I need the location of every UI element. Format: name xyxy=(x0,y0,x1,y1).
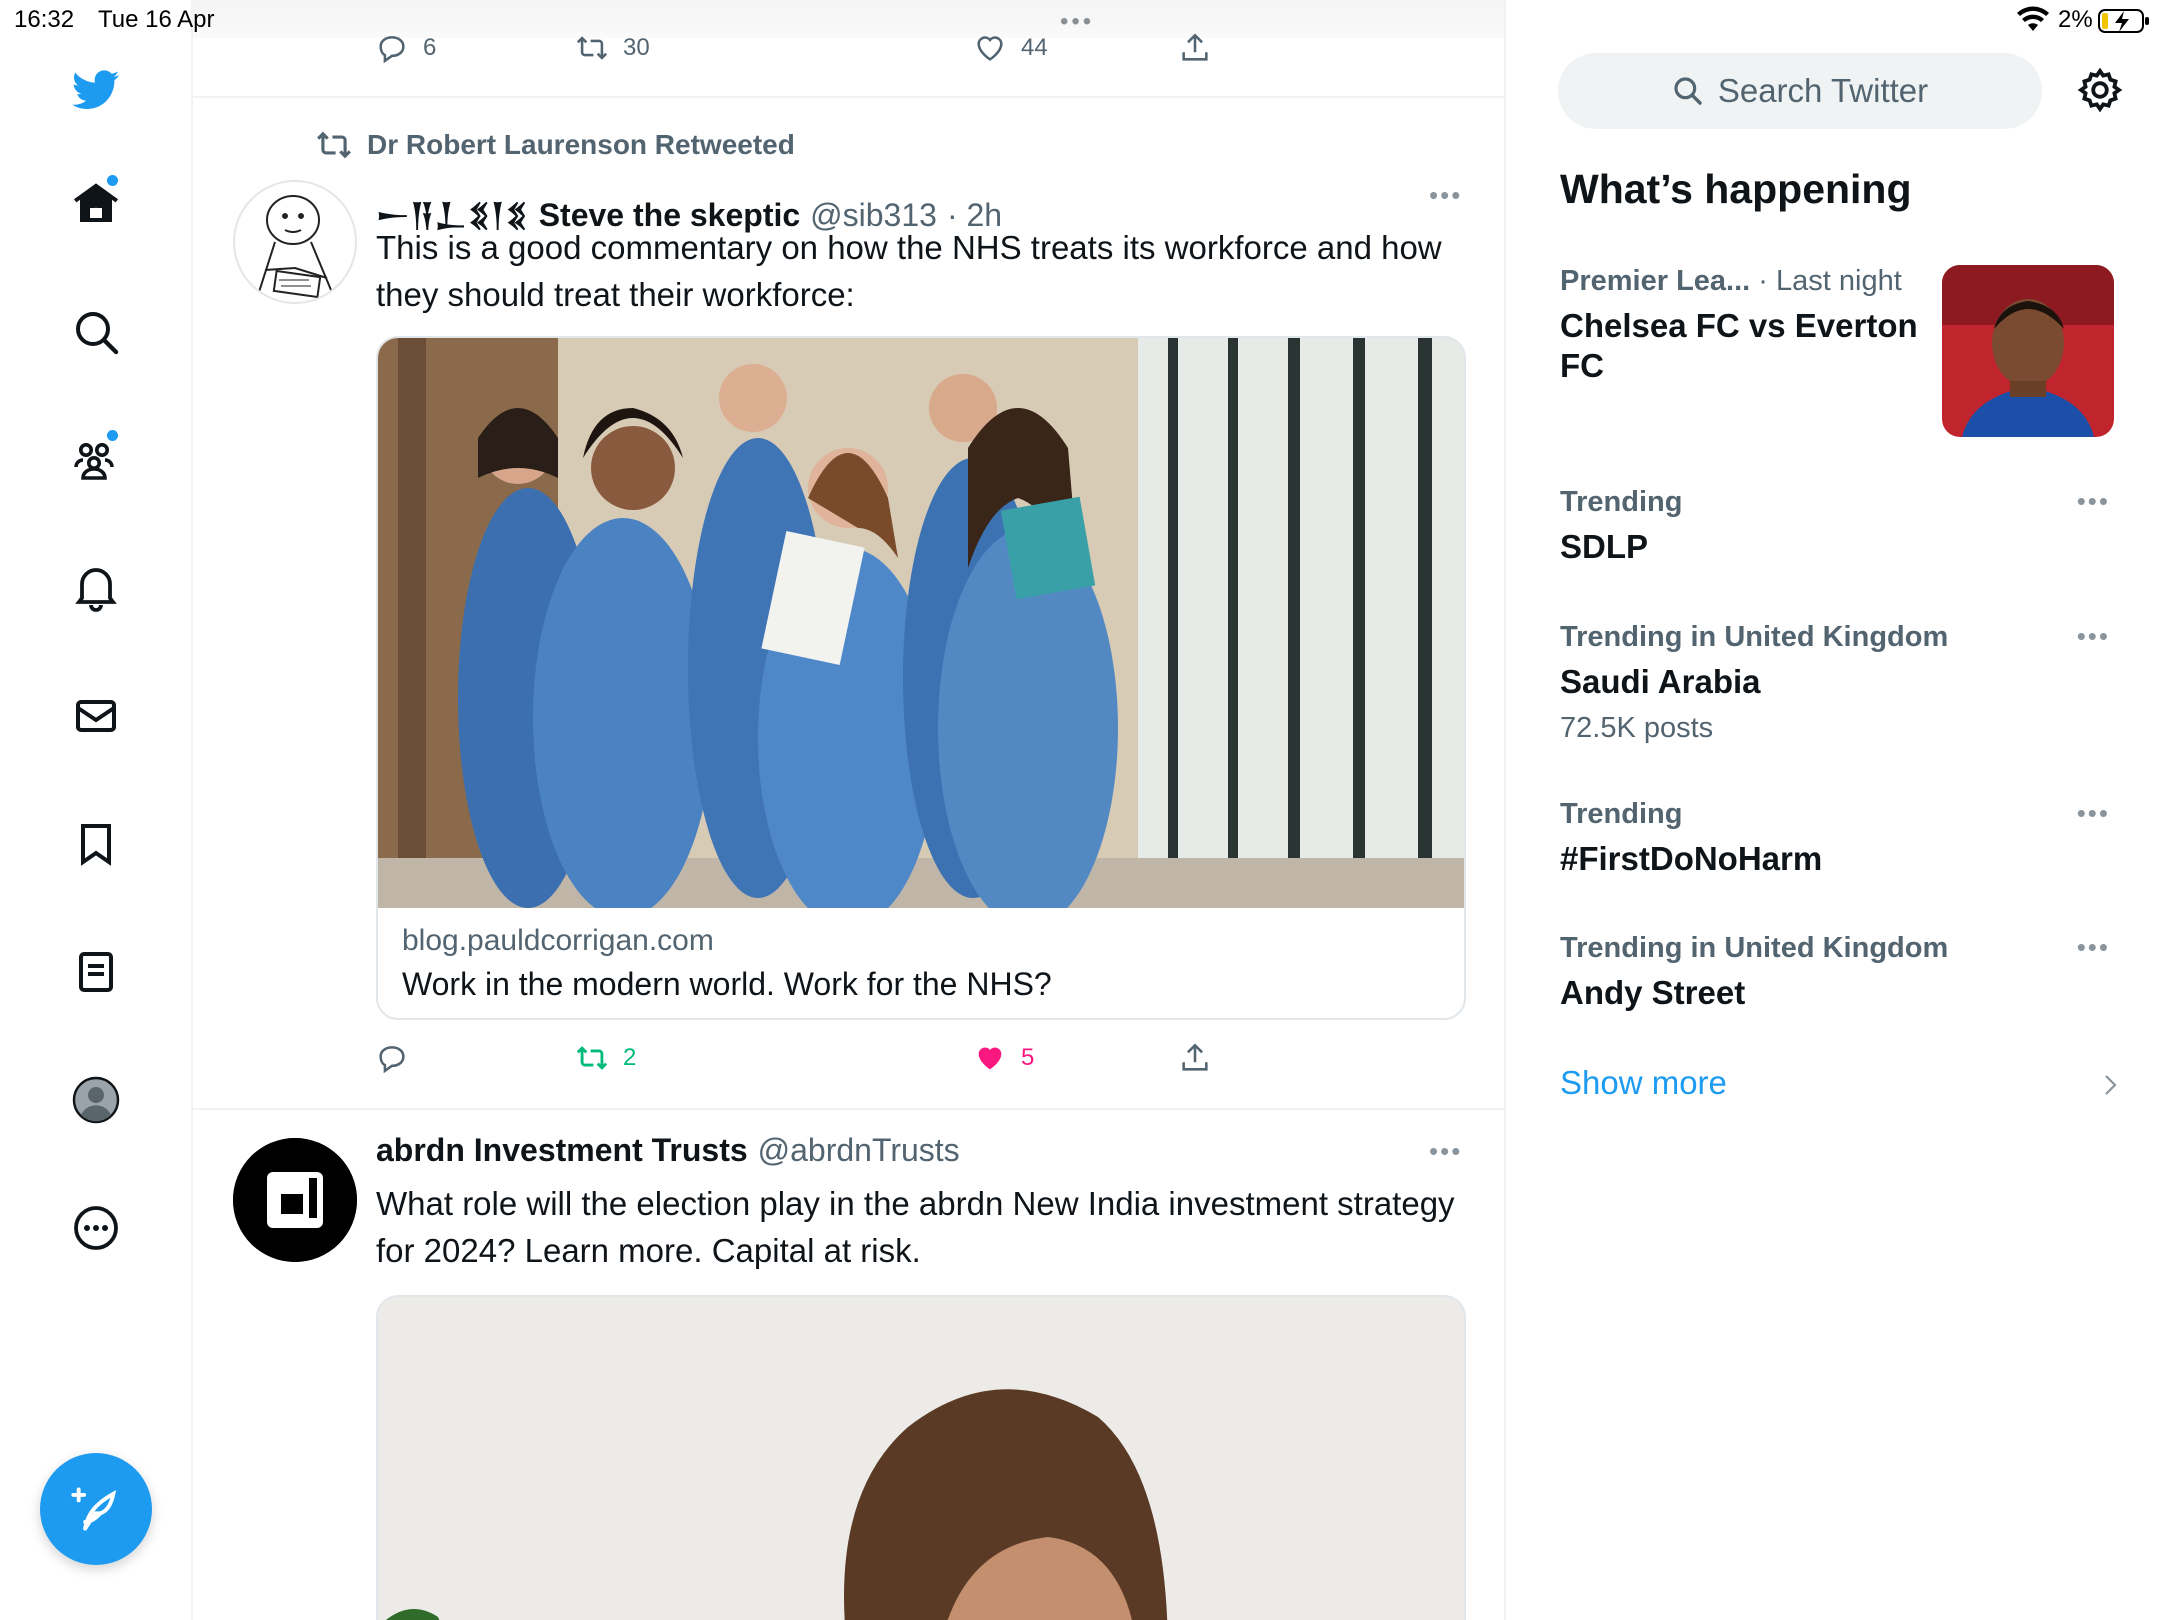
wifi-icon xyxy=(2017,6,2049,31)
chevron-right-icon[interactable] xyxy=(2098,1070,2122,1100)
trend-name: SDLP xyxy=(1560,528,1649,565)
home-icon[interactable] xyxy=(60,168,132,240)
right-sidebar: Search Twitter What’s happening Premier … xyxy=(1508,0,2160,1620)
trend-context: Trending xyxy=(1560,798,1683,830)
tweet-media[interactable] xyxy=(376,1295,1466,1620)
trend-thumbnail[interactable] xyxy=(1942,265,2114,437)
trend-item[interactable]: Trending #FirstDoNoHarm ••• xyxy=(1560,798,2120,879)
timeline: 6 30 44 Dr Robert Laurenson Retweeted 𒀸𒀀… xyxy=(193,0,1506,1620)
display-name[interactable]: abrdn Investment Trusts xyxy=(376,1132,748,1169)
trend-time: · Last night xyxy=(1758,265,1902,297)
trend-item[interactable]: Trending in United Kingdom Saudi Arabia … xyxy=(1560,621,2120,745)
compose-icon xyxy=(71,1487,117,1531)
bookmarks-icon[interactable] xyxy=(60,808,132,880)
status-bar: 16:32 Tue 16 Apr ••• 2% xyxy=(0,0,2160,40)
whats-happening-title: What’s happening xyxy=(1560,166,1912,212)
search-input[interactable]: Search Twitter xyxy=(1558,53,2042,129)
tweet-more-icon[interactable]: ••• xyxy=(1429,1136,1462,1167)
trend-name: Andy Street xyxy=(1560,974,1746,1011)
compose-button[interactable] xyxy=(40,1453,152,1565)
trend-more-icon[interactable]: ••• xyxy=(2077,486,2110,517)
tweet-media-image xyxy=(378,1297,1464,1620)
communities-icon[interactable] xyxy=(60,424,132,496)
trend-name: Saudi Arabia xyxy=(1560,663,1761,700)
profile-icon[interactable] xyxy=(60,1064,132,1136)
trend-category: Premier Lea... xyxy=(1560,265,1751,297)
trend-more-icon[interactable]: ••• xyxy=(2077,798,2110,829)
search-placeholder: Search Twitter xyxy=(1717,72,1929,109)
trend-item[interactable]: Trending SDLP ••• xyxy=(1560,486,2120,567)
more-icon[interactable] xyxy=(60,1192,132,1264)
multitasking-dots-icon[interactable]: ••• xyxy=(1060,8,1094,36)
trend-more-icon[interactable]: ••• xyxy=(2077,621,2110,652)
trend-context: Trending xyxy=(1560,486,1683,518)
status-time: 16:32 xyxy=(14,6,75,33)
trend-context: Trending in United Kingdom xyxy=(1560,621,1949,653)
left-navigation xyxy=(0,0,193,1620)
battery-charging-icon xyxy=(2098,9,2149,33)
trend-more-icon[interactable]: ••• xyxy=(2077,932,2110,963)
tweet-header: abrdn Investment Trusts @abrdnTrusts xyxy=(376,1132,960,1169)
search-icon xyxy=(1674,77,1702,105)
messages-icon[interactable] xyxy=(60,680,132,752)
tweet-text: What role will the election play in the … xyxy=(376,1185,1455,1269)
settings-gear-icon[interactable] xyxy=(2076,66,2124,114)
avatar[interactable] xyxy=(233,1138,357,1262)
tweet-abrdn-investment-trusts[interactable]: abrdn Investment Trusts @abrdnTrusts •••… xyxy=(193,0,1504,1620)
user-handle[interactable]: @abrdnTrusts xyxy=(758,1132,960,1169)
search-icon[interactable] xyxy=(60,296,132,368)
battery-percent: 2% xyxy=(2058,6,2093,33)
home-notification-dot xyxy=(107,175,118,186)
show-more-link[interactable]: Show more xyxy=(1560,1064,1727,1102)
notifications-icon[interactable] xyxy=(60,552,132,624)
trend-name: #FirstDoNoHarm xyxy=(1560,840,1823,877)
trend-title: Chelsea FC vs Everton FC xyxy=(1560,307,1918,384)
lists-icon[interactable] xyxy=(60,936,132,1008)
trend-context: Trending in United Kingdom xyxy=(1560,932,1949,964)
twitter-logo-icon[interactable] xyxy=(60,54,132,126)
status-date: Tue 16 Apr xyxy=(98,6,215,33)
trend-item[interactable]: Trending in United Kingdom Andy Street •… xyxy=(1560,932,2120,1013)
communities-notification-dot xyxy=(107,430,118,441)
trend-post-count: 72.5K posts xyxy=(1560,712,1714,744)
